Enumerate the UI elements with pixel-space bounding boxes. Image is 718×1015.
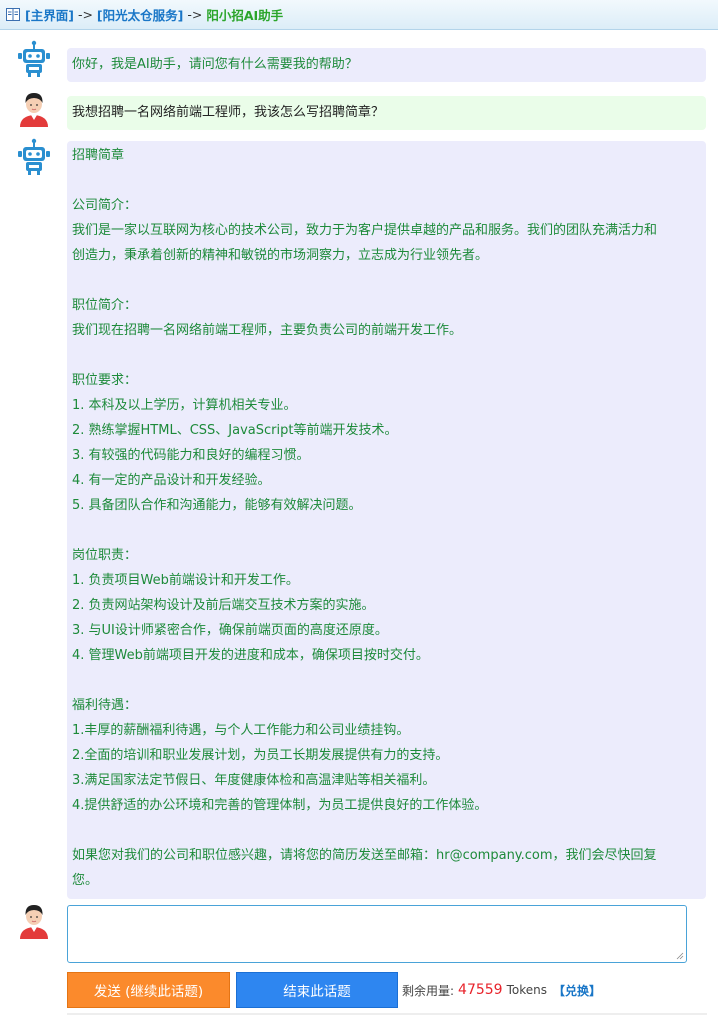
message-line: 职位要求： [72, 373, 138, 388]
message-line [72, 818, 701, 843]
message-line: 创造力，秉承着创新的精神和敏锐的市场洞察力，立志成为行业领先者。 [72, 248, 489, 263]
message-line: 你好，我是AI助手，请问您有什么需要我的帮助？ [72, 57, 358, 72]
user-message: 我想招聘一名网络前端工程师，我该怎么写招聘简章？ [67, 96, 706, 130]
message-line: 1. 本科及以上学历，计算机相关专业。 [72, 398, 297, 413]
chat-area: 你好，我是AI助手，请问您有什么需要我的帮助？ 我想招聘一名网络前端工程师，我该… [0, 31, 718, 1015]
message-line: 我们是一家以互联网为核心的技术公司，致力于为客户提供卓越的产品和服务。我们的团队… [72, 223, 658, 238]
message-line [72, 268, 701, 293]
breadcrumb-current: 阳小招AI助手 [206, 8, 284, 23]
message-line: 如果您对我们的公司和职位感兴趣，请将您的简历发送至邮箱：hr@company.c… [72, 848, 657, 863]
user-avatar-icon [20, 93, 48, 127]
message-input[interactable] [67, 905, 687, 963]
token-count: 47559 [458, 982, 503, 998]
message-line: 1.丰厚的薪酬福利待遇，与个人工作能力和公司业绩挂钩。 [72, 723, 410, 738]
message-line: 3. 有较强的代码能力和良好的编程习惯。 [72, 448, 310, 463]
message-line: 我们现在招聘一名网络前端工程师，主要负责公司的前端开发工作。 [72, 323, 463, 338]
token-usage: 剩余用量: 47559 Tokens 【兑换】 [402, 972, 601, 1008]
message-line: 4. 有一定的产品设计和开发经验。 [72, 473, 271, 488]
message-line: 4. 管理Web前端项目开发的进度和成本，确保项目按时交付。 [72, 648, 429, 663]
ai-message: 招聘简章公司简介： 我们是一家以互联网为核心的技术公司，致力于为客户提供卓越的产品… [67, 141, 706, 899]
message-line [72, 343, 701, 368]
resize-grip-icon[interactable] [676, 952, 684, 960]
message-line: 2.全面的培训和职业发展计划，为员工长期发展提供有力的支持。 [72, 748, 449, 763]
message-line: 1. 负责项目Web前端设计和开发工作。 [72, 573, 299, 588]
message-line [72, 518, 701, 543]
message-line: 我想招聘一名网络前端工程师，我该怎么写招聘简章？ [72, 105, 385, 120]
message-line: 您。 [72, 873, 99, 888]
message-line: 5. 具备团队合作和沟通能力，能够有效解决问题。 [72, 498, 362, 513]
send-button[interactable]: 发送 (继续此话题) [67, 972, 230, 1008]
exchange-link[interactable]: 【兑换】 [553, 982, 601, 999]
message-line: 岗位职责： [72, 548, 138, 563]
message-line: 公司简介： [72, 198, 138, 213]
message-line: 3.满足国家法定节假日、年度健康体检和高温津贴等相关福利。 [72, 773, 436, 788]
book-icon [6, 8, 20, 21]
breadcrumb-service-link[interactable]: [阳光太仓服务] [97, 5, 183, 24]
message-line: 4.提供舒适的办公环境和完善的管理体制，为员工提供良好的工作体验。 [72, 798, 488, 813]
message-line [72, 668, 701, 693]
breadcrumb-separator: -> [187, 7, 203, 22]
robot-icon [18, 138, 50, 175]
message-line [72, 168, 701, 193]
message-line: 3. 与UI设计师紧密合作，确保前端页面的高度还原度。 [72, 623, 388, 638]
usage-label: 剩余用量: [402, 983, 455, 998]
breadcrumb-separator: -> [77, 7, 93, 22]
message-line: 职位简介： [72, 298, 138, 313]
ai-message: 你好，我是AI助手，请问您有什么需要我的帮助？ [67, 48, 706, 82]
end-topic-button[interactable]: 结束此话题 [236, 972, 398, 1008]
breadcrumb: [主界面] -> [阳光太仓服务] -> 阳小招AI助手 [0, 0, 718, 30]
message-line: 福利待遇： [72, 698, 138, 713]
robot-icon [18, 40, 50, 77]
message-line: 招聘简章 [72, 148, 125, 163]
user-avatar-icon [20, 905, 48, 939]
message-line: 2. 熟练掌握HTML、CSS、JavaScript等前端开发技术。 [72, 423, 398, 438]
message-line: 2. 负责网站架构设计及前后端交互技术方案的实施。 [72, 598, 375, 613]
token-unit: Tokens [506, 983, 547, 997]
breadcrumb-home-link[interactable]: [主界面] [25, 5, 74, 24]
